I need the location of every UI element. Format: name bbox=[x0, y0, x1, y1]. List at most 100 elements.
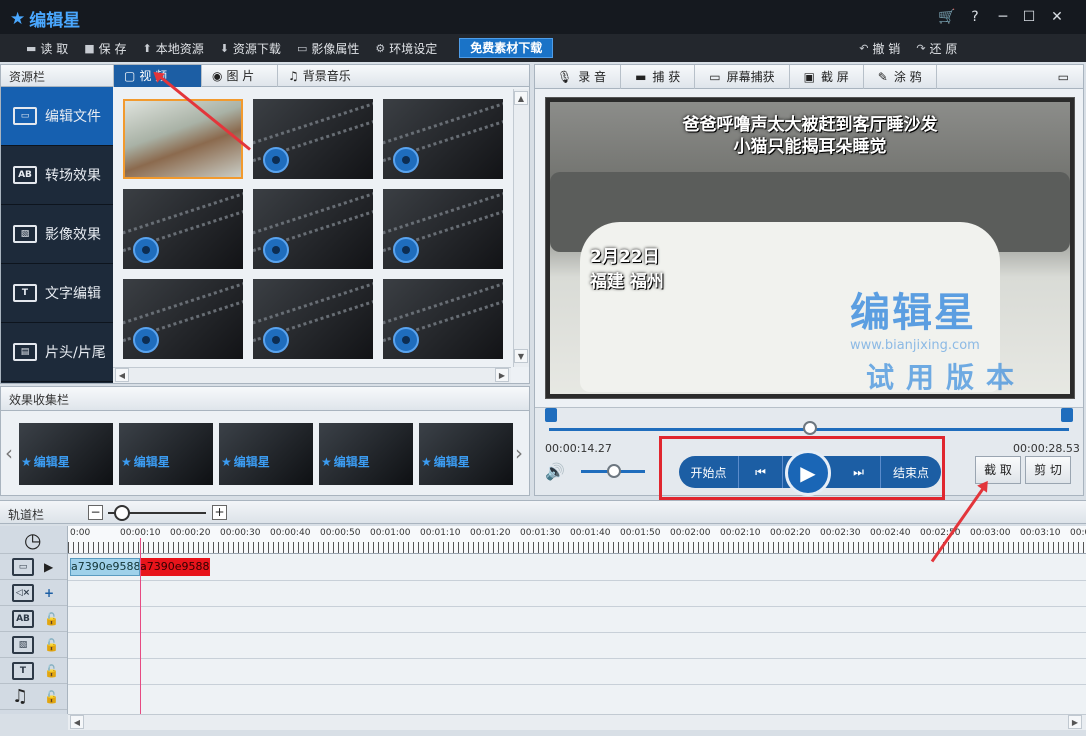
star-icon: ★ bbox=[321, 454, 332, 469]
media-thumbnail[interactable] bbox=[123, 279, 243, 359]
gear-icon: ⚙ bbox=[375, 41, 386, 55]
resource-download-button[interactable]: ⬇ 资源下载 bbox=[212, 34, 289, 62]
timeline-tracks[interactable]: 0:00 00:00:10 00:00:20 00:00:30 00:00:40 00:0… bbox=[68, 526, 1086, 714]
lock-icon[interactable]: 🔓 bbox=[44, 612, 59, 626]
film-reel-icon bbox=[393, 237, 419, 263]
tab-screenshot[interactable]: ▣ 截 屏 bbox=[790, 65, 864, 89]
category-sidebar: ▭ 编辑文件 AB 转场效果 ▧ 影像效果 T 文字编辑 ▤ 片头/片尾 bbox=[1, 87, 113, 383]
scroll-up-icon[interactable]: ▲ bbox=[514, 91, 528, 105]
music-track-label[interactable]: ♫ 🔓 bbox=[0, 684, 67, 710]
zoom-out-button[interactable]: − bbox=[88, 505, 103, 520]
start-marker[interactable] bbox=[545, 408, 557, 422]
effect-item[interactable]: ★ 编辑星 bbox=[19, 423, 113, 485]
category-effect[interactable]: ▧ 影像效果 bbox=[1, 205, 113, 264]
category-transition[interactable]: AB 转场效果 bbox=[1, 146, 113, 205]
video-properties-button[interactable]: ▭ 影像属性 bbox=[289, 34, 367, 62]
undo-button[interactable]: ↶ 撤 销 bbox=[851, 34, 908, 62]
media-thumbnail[interactable] bbox=[123, 99, 243, 179]
maximize-button[interactable]: ☐ bbox=[1018, 6, 1040, 28]
effect-track-label[interactable]: ▧ 🔓 bbox=[0, 632, 67, 658]
minimize-button[interactable]: ─ bbox=[992, 6, 1014, 28]
media-thumbnail[interactable] bbox=[123, 189, 243, 269]
fullscreen-icon[interactable]: ▭ bbox=[1044, 65, 1083, 89]
local-resources-button[interactable]: ⬆ 本地资源 bbox=[134, 34, 211, 62]
timeline-scrollbar[interactable]: ◀ ▶ bbox=[68, 714, 1086, 730]
film-reel-icon bbox=[263, 327, 289, 353]
ruler-ticks bbox=[68, 542, 1086, 553]
environment-settings-button[interactable]: ⚙ 环境设定 bbox=[367, 34, 445, 62]
timeline-title: 轨道栏 bbox=[8, 508, 45, 522]
grid-vertical-scrollbar[interactable]: ▲ ▼ bbox=[513, 89, 529, 367]
help-button[interactable]: ? bbox=[964, 6, 986, 28]
effect-item[interactable]: ★ 编辑星 bbox=[419, 423, 513, 485]
lock-icon[interactable]: 🔓 bbox=[44, 638, 59, 652]
media-thumbnail[interactable] bbox=[383, 279, 503, 359]
effect-item[interactable]: ★ 编辑星 bbox=[319, 423, 413, 485]
video-icon: ▢ bbox=[124, 68, 136, 83]
ruler-label: 00:02:20 bbox=[770, 528, 811, 538]
media-thumbnail[interactable] bbox=[253, 189, 373, 269]
effect-item[interactable]: ★ 编辑星 bbox=[219, 423, 313, 485]
video-clip-selected[interactable]: a7390e9588 bbox=[140, 558, 210, 576]
audio-track-label[interactable]: ◁× + bbox=[0, 580, 67, 606]
category-text[interactable]: T 文字编辑 bbox=[1, 264, 113, 323]
film-reel-icon bbox=[263, 237, 289, 263]
tab-image[interactable]: ◉ 图 片 bbox=[201, 65, 277, 87]
scroll-right-icon[interactable]: ▶ bbox=[495, 368, 509, 382]
effect-item[interactable]: ★ 编辑星 bbox=[119, 423, 213, 485]
star-icon: ★ bbox=[21, 454, 32, 469]
preview-tabs: 🎙 录 音 ▬ 捕 获 ▭ 屏幕捕获 ▣ 截 屏 ✎ 涂 鸦 ▭ bbox=[535, 65, 1083, 89]
zoom-in-button[interactable]: + bbox=[212, 505, 227, 520]
media-thumbnail[interactable] bbox=[383, 189, 503, 269]
scroll-left-icon[interactable]: ◀ bbox=[70, 715, 84, 729]
chevron-right-icon[interactable]: › bbox=[515, 441, 523, 465]
video-date-text: 2月22日 福建 福州 bbox=[590, 247, 664, 292]
star-icon: ★ bbox=[221, 454, 232, 469]
cut-button[interactable]: 剪 切 bbox=[1025, 456, 1071, 484]
zoom-knob[interactable] bbox=[114, 505, 130, 521]
volume-knob[interactable] bbox=[607, 464, 621, 478]
video-track-label[interactable]: ▭ ▶ bbox=[0, 554, 67, 580]
category-edit-file[interactable]: ▭ 编辑文件 bbox=[1, 87, 113, 146]
grid-horizontal-scrollbar[interactable]: ◀ ▶ bbox=[113, 367, 511, 383]
tab-capture[interactable]: ▬ 捕 获 bbox=[621, 65, 696, 89]
star-icon: ★ bbox=[10, 8, 26, 29]
redo-button[interactable]: ↷ 还 原 bbox=[908, 34, 965, 62]
ruler-label: 00:00:10 bbox=[120, 528, 161, 538]
close-button[interactable]: ✕ bbox=[1046, 6, 1068, 28]
media-thumbnail[interactable] bbox=[253, 99, 373, 179]
cart-icon[interactable]: 🛒 bbox=[936, 6, 958, 28]
volume-icon[interactable]: 🔊 bbox=[545, 462, 565, 481]
scroll-right-icon[interactable]: ▶ bbox=[1068, 715, 1082, 729]
film-reel-icon bbox=[263, 147, 289, 173]
resource-header: 资源栏 ▢视 频 ◉图 片 ♫背景音乐 bbox=[1, 65, 529, 87]
free-material-download-button[interactable]: 免费素材下载 bbox=[459, 38, 554, 58]
media-thumbnail[interactable] bbox=[383, 99, 503, 179]
video-clip[interactable]: a7390e9588 bbox=[70, 558, 140, 576]
open-button[interactable]: ▬ 读 取 bbox=[18, 34, 76, 62]
chevron-left-icon[interactable]: ‹ bbox=[5, 441, 13, 465]
time-ruler[interactable]: 0:00 00:00:10 00:00:20 00:00:30 00:00:40 00:0… bbox=[68, 526, 1086, 554]
category-intro-outro[interactable]: ▤ 片头/片尾 bbox=[1, 323, 113, 382]
text-track-label[interactable]: T 🔓 bbox=[0, 658, 67, 684]
scroll-down-icon[interactable]: ▼ bbox=[514, 349, 528, 363]
tab-bgm[interactable]: ♫ 背景音乐 bbox=[277, 65, 363, 87]
lock-icon[interactable]: 🔓 bbox=[44, 690, 59, 704]
tab-record[interactable]: 🎙 录 音 bbox=[535, 65, 622, 89]
ruler-label: 00:01:10 bbox=[420, 528, 461, 538]
ruler-label: 00:03:10 bbox=[1020, 528, 1061, 538]
seek-knob[interactable] bbox=[803, 421, 817, 435]
lock-icon[interactable]: 🔓 bbox=[44, 664, 59, 678]
end-marker[interactable] bbox=[1061, 408, 1073, 422]
playhead[interactable] bbox=[140, 538, 141, 714]
star-icon: ★ bbox=[421, 454, 432, 469]
transition-track-label[interactable]: AB 🔓 bbox=[0, 606, 67, 632]
media-thumbnail[interactable] bbox=[253, 279, 373, 359]
current-time: 00:00:14.27 bbox=[545, 442, 612, 455]
add-icon[interactable]: + bbox=[44, 586, 54, 600]
save-button[interactable]: ■ 保 存 bbox=[76, 34, 134, 62]
scroll-left-icon[interactable]: ◀ bbox=[115, 368, 129, 382]
tab-doodle[interactable]: ✎ 涂 鸦 bbox=[864, 65, 937, 89]
expand-icon[interactable]: ▶ bbox=[44, 560, 53, 574]
tab-screen-capture[interactable]: ▭ 屏幕捕获 bbox=[695, 65, 790, 89]
